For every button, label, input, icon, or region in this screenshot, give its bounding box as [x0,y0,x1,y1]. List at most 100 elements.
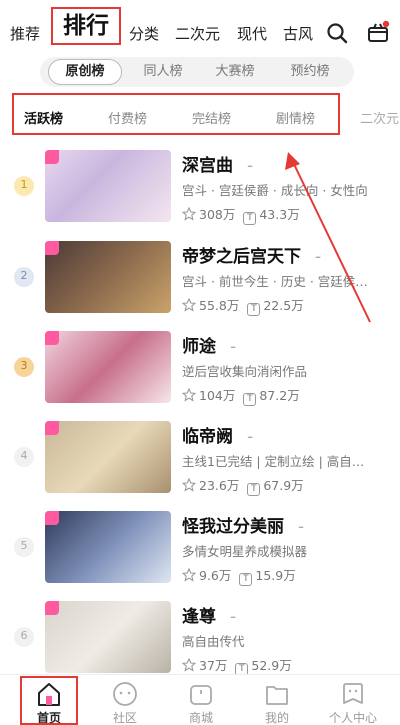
top-navigation: 推荐 排行 分类 二次元 现代 古风 [0,0,400,58]
list-item[interactable]: 1 深宫曲 - 宫斗 · 宫廷侯爵 · 成长向 · 女性向 308万 T 43.3万 [0,145,400,235]
list-item[interactable]: 6 逢尊 - 高自由传代 37万 T 52.9万 [0,596,400,686]
list-item[interactable]: 2 帝梦之后宫天下 - 宫斗 · 前世今生 · 历史 · 宫廷侯… 55.8万 T 2… [0,236,400,326]
likes-count: 23.6万 [199,478,240,493]
rank-badge: 6 [14,627,34,647]
game-tags: 宫斗 · 宫廷侯爵 · 成长向 · 女性向 [182,183,368,198]
likes-count: 308万 [199,207,236,222]
reads-count: 15.9万 [255,568,296,583]
game-cover[interactable] [45,601,171,673]
reads-count: 87.2万 [259,388,300,403]
star-icon [182,298,196,312]
title-dash: - [230,607,237,627]
tab-mine[interactable]: 我的 [239,675,315,725]
ticket-icon: T [243,212,257,225]
reads-count: 22.5万 [263,298,304,313]
title-dash: - [230,337,237,357]
shop-icon [190,685,212,705]
game-title: 帝梦之后宫天下 [182,247,301,267]
nav-tab-recommend[interactable]: 推荐 [10,24,40,44]
game-cover[interactable] [45,241,171,313]
star-icon [182,568,196,582]
game-tags: 逆后宫收集向消闲作品 [182,364,308,379]
game-tags: 主线1已完结 | 定制立绘 | 高自… [182,454,365,469]
nav-tab-ranking[interactable]: 排行 [51,7,121,45]
gift-icon[interactable] [366,20,390,44]
game-cover[interactable] [45,150,171,222]
rank-badge: 1 [14,176,34,196]
title-dash: - [247,427,254,447]
title-dash: - [315,247,322,267]
cat-tab-active[interactable]: 活跃榜 [24,108,63,127]
rank-badge: 2 [14,267,34,287]
game-tags: 多情女明星养成模拟器 [182,544,308,559]
game-title: 逢尊 [182,607,216,627]
game-tags: 宫斗 · 前世今生 · 历史 · 宫廷侯… [182,274,368,289]
game-title-row[interactable]: 师途 - [182,332,236,357]
list-item[interactable]: 3 师途 - 逆后宫收集向消闲作品 104万 T 87.2万 [0,326,400,416]
game-cover[interactable] [45,511,171,583]
game-title-row[interactable]: 逢尊 - [182,602,236,627]
game-cover[interactable] [45,421,171,493]
tab-community[interactable]: 社区 [87,675,163,725]
cat-tab-completed[interactable]: 完结榜 [192,108,231,127]
title-dash: - [247,156,254,176]
tab-profile[interactable]: 个人中心 [315,675,391,725]
cover-badge [45,421,59,435]
likes-count: 9.6万 [199,568,232,583]
star-icon [182,478,196,492]
likes-count: 104万 [199,388,236,403]
cover-badge [45,331,59,345]
cover-badge [45,241,59,255]
community-icon [113,682,137,706]
cover-badge [45,150,59,164]
star-icon [182,658,196,672]
game-stats: 308万 T 43.3万 [182,204,300,225]
tab-reservation-ranking[interactable]: 预约榜 [280,57,340,87]
ticket-icon: T [247,303,261,316]
tab-community-label: 社区 [112,711,137,725]
nav-tab-category[interactable]: 分类 [129,24,159,44]
tab-original-ranking[interactable]: 原创榜 [48,59,122,85]
nav-tab-anime[interactable]: 二次元 [175,24,220,44]
tab-fan-ranking[interactable]: 同人榜 [133,57,193,87]
rank-badge: 3 [14,357,34,377]
nav-tab-ancient[interactable]: 古风 [283,24,313,44]
game-title-row[interactable]: 怪我过分美丽 - [182,512,304,537]
game-title-row[interactable]: 深宫曲 - [182,151,253,176]
tab-shop[interactable]: 商城 [163,675,239,725]
search-icon[interactable] [326,22,348,44]
cover-badge [45,511,59,525]
cat-tab-paid[interactable]: 付费榜 [108,108,147,127]
home-tab-highlight [20,676,78,725]
game-stats: 23.6万 T 67.9万 [182,475,304,496]
game-stats: 104万 T 87.2万 [182,385,300,406]
title-dash: - [298,517,305,537]
tab-contest-ranking[interactable]: 大赛榜 [205,57,265,87]
cat-tab-anime[interactable]: 二次元 [360,108,399,127]
list-item[interactable]: 5 怪我过分美丽 - 多情女明星养成模拟器 9.6万 T 15.9万 [0,506,400,596]
rank-badge: 5 [14,537,34,557]
profile-icon [343,683,363,704]
rank-badge: 4 [14,447,34,467]
tab-profile-label: 个人中心 [328,711,377,725]
star-icon [182,207,196,221]
tab-mine-label: 我的 [264,711,289,725]
ticket-icon: T [247,483,261,496]
star-icon [182,388,196,402]
nav-tab-modern[interactable]: 现代 [237,24,267,44]
game-title: 怪我过分美丽 [182,517,284,537]
ticket-icon: T [243,393,257,406]
game-stats: 37万 T 52.9万 [182,655,292,676]
cat-tab-story[interactable]: 剧情榜 [276,108,315,127]
list-item[interactable]: 4 临帝阙 - 主线1已完结 | 定制立绘 | 高自… 23.6万 T 67.9万 [0,416,400,506]
tab-shop-label: 商城 [188,711,213,725]
game-title: 师途 [182,337,216,357]
game-stats: 9.6万 T 15.9万 [182,565,296,586]
reads-count: 52.9万 [251,658,292,673]
game-cover[interactable] [45,331,171,403]
game-title-row[interactable]: 帝梦之后宫天下 - [182,242,321,267]
reads-count: 43.3万 [259,207,300,222]
ticket-icon: T [239,573,253,586]
game-title-row[interactable]: 临帝阙 - [182,422,253,447]
reads-count: 67.9万 [263,478,304,493]
